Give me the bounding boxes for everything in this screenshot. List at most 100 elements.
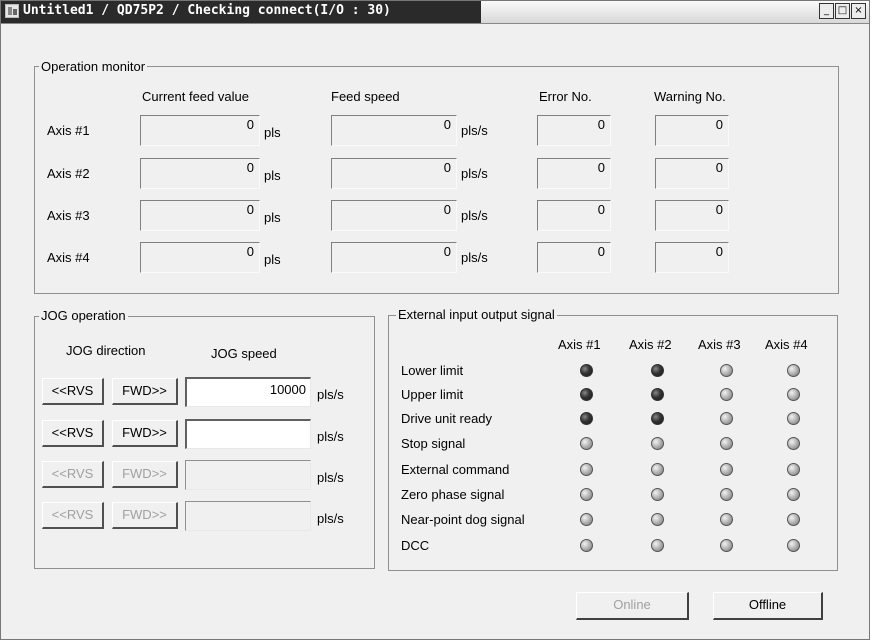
checking-connect-window: Untitled1 / QD75P2 / Checking connect(I/… (0, 0, 870, 640)
minimize-icon[interactable]: _ (819, 3, 834, 19)
io-axis-header: Axis #3 (698, 337, 741, 352)
warning-no-field: 0 (655, 242, 729, 273)
online-button: Online (576, 592, 689, 620)
jog-fwd-button: FWD>> (112, 461, 178, 488)
signal-indicator-icon (787, 463, 800, 476)
error-no-field: 0 (537, 158, 611, 189)
io-axis-header: Axis #1 (558, 337, 601, 352)
warning-no-field: 0 (655, 200, 729, 231)
signal-indicator-icon (720, 513, 733, 526)
signal-label: Zero phase signal (401, 487, 505, 502)
signal-label: Drive unit ready (401, 411, 493, 426)
jog-rvs-button[interactable]: <<RVS (42, 378, 104, 405)
signal-indicator-icon (720, 388, 733, 401)
signal-indicator-icon (651, 539, 664, 552)
signal-indicator-icon (580, 488, 593, 501)
title-bar[interactable]: Untitled1 / QD75P2 / Checking connect(I/… (1, 1, 869, 24)
jog-direction-header: JOG direction (66, 343, 146, 358)
jog-speed-input[interactable] (185, 419, 311, 449)
close-icon[interactable]: × (851, 3, 866, 19)
signal-label: Stop signal (401, 436, 466, 451)
jog-speed-header: JOG speed (211, 346, 277, 361)
jog-speed-unit-label: pls/s (317, 387, 344, 402)
current-feed-value-field: 0 (140, 115, 260, 146)
signal-indicator-icon (651, 364, 664, 377)
signal-indicator-icon (787, 412, 800, 425)
feed-speed-field: 0 (331, 242, 457, 273)
jog-fwd-button: FWD>> (112, 502, 178, 529)
signal-indicator-icon (651, 412, 664, 425)
signal-indicator-icon (580, 364, 593, 377)
feed-speed-field: 0 (331, 200, 457, 231)
speed-unit-label: pls/s (461, 250, 488, 265)
signal-indicator-icon (720, 437, 733, 450)
signal-indicator-icon (787, 388, 800, 401)
jog-rvs-button: <<RVS (42, 461, 104, 488)
current-feed-value-field: 0 (140, 242, 260, 273)
current-feed-value-header: Current feed value (142, 89, 249, 104)
offline-button[interactable]: Offline (713, 592, 823, 620)
signal-label: Upper limit (401, 387, 464, 402)
feed-speed-field: 0 (331, 158, 457, 189)
external-io-title: External input output signal (396, 307, 557, 322)
jog-speed-input (185, 501, 311, 531)
error-no-field: 0 (537, 200, 611, 231)
io-axis-header: Axis #4 (765, 337, 808, 352)
axis-label: Axis #1 (47, 123, 90, 138)
jog-fwd-button[interactable]: FWD>> (112, 378, 178, 405)
jog-speed-unit-label: pls/s (317, 511, 344, 526)
signal-indicator-icon (580, 388, 593, 401)
app-icon (5, 4, 19, 18)
jog-rvs-button[interactable]: <<RVS (42, 420, 104, 447)
jog-fwd-button[interactable]: FWD>> (112, 420, 178, 447)
signal-indicator-icon (720, 488, 733, 501)
axis-label: Axis #3 (47, 208, 90, 223)
signal-label: DCC (401, 538, 430, 553)
signal-label: Lower limit (401, 363, 464, 378)
signal-indicator-icon (651, 388, 664, 401)
jog-speed-input[interactable]: 10000 (185, 377, 311, 407)
feed-speed-field: 0 (331, 115, 457, 146)
position-unit-label: pls (264, 210, 281, 225)
position-unit-label: pls (264, 252, 281, 267)
jog-speed-unit-label: pls/s (317, 470, 344, 485)
speed-unit-label: pls/s (461, 166, 488, 181)
jog-operation-title: JOG operation (39, 308, 128, 323)
signal-indicator-icon (651, 513, 664, 526)
signal-indicator-icon (787, 539, 800, 552)
signal-indicator-icon (580, 412, 593, 425)
signal-indicator-icon (787, 513, 800, 526)
jog-speed-input (185, 460, 311, 490)
warning-no-field: 0 (655, 115, 729, 146)
warning-no-header: Warning No. (654, 89, 726, 104)
axis-label: Axis #4 (47, 250, 90, 265)
signal-label: Near-point dog signal (401, 512, 525, 527)
jog-rvs-button: <<RVS (42, 502, 104, 529)
signal-indicator-icon (580, 539, 593, 552)
signal-indicator-icon (651, 463, 664, 476)
operation-monitor-title: Operation monitor (39, 59, 148, 74)
signal-indicator-icon (580, 437, 593, 450)
warning-no-field: 0 (655, 158, 729, 189)
io-axis-header: Axis #2 (629, 337, 672, 352)
error-no-header: Error No. (539, 89, 592, 104)
feed-speed-header: Feed speed (331, 89, 400, 104)
signal-indicator-icon (651, 488, 664, 501)
signal-indicator-icon (580, 513, 593, 526)
signal-indicator-icon (787, 488, 800, 501)
signal-indicator-icon (787, 437, 800, 450)
position-unit-label: pls (264, 168, 281, 183)
signal-indicator-icon (580, 463, 593, 476)
maximize-icon[interactable]: □ (835, 3, 850, 19)
signal-indicator-icon (787, 364, 800, 377)
current-feed-value-field: 0 (140, 158, 260, 189)
window-title: Untitled1 / QD75P2 / Checking connect(I/… (23, 3, 391, 18)
speed-unit-label: pls/s (461, 123, 488, 138)
error-no-field: 0 (537, 242, 611, 273)
signal-indicator-icon (720, 412, 733, 425)
signal-indicator-icon (720, 463, 733, 476)
signal-label: External command (401, 462, 510, 477)
signal-indicator-icon (651, 437, 664, 450)
jog-speed-unit-label: pls/s (317, 429, 344, 444)
signal-indicator-icon (720, 539, 733, 552)
